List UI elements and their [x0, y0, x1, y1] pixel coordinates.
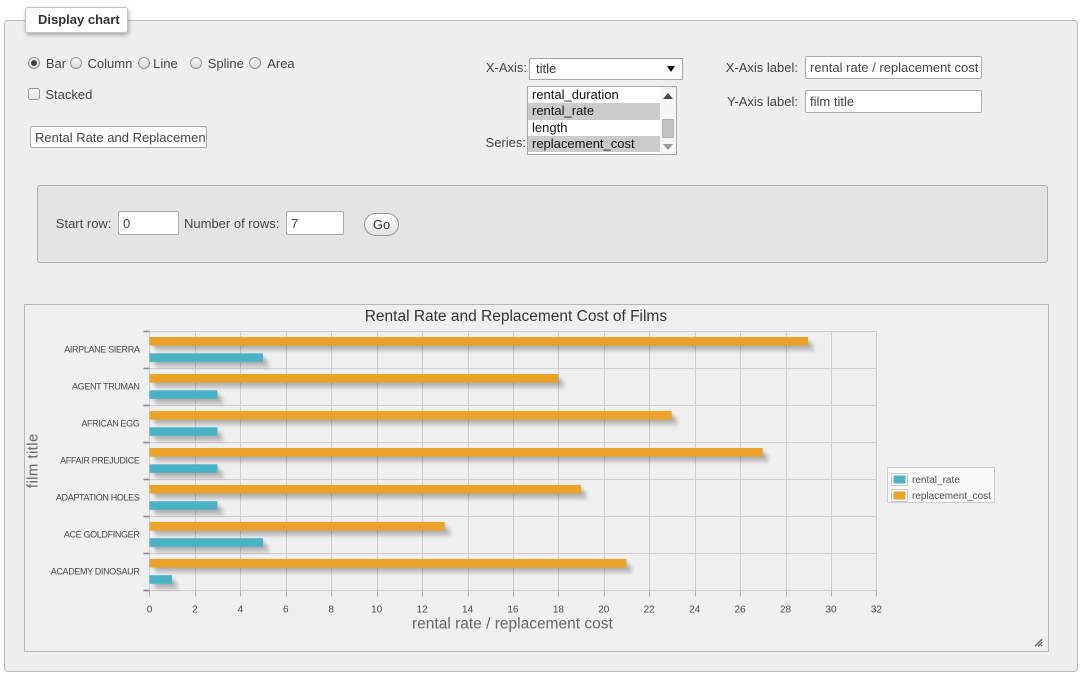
svg-text:film title: film title	[25, 433, 42, 488]
svg-text:22: 22	[644, 605, 656, 616]
svg-text:32: 32	[871, 605, 883, 616]
svg-text:8: 8	[328, 605, 334, 616]
svg-text:AIRPLANE SIERRA: AIRPLANE SIERRA	[64, 345, 140, 355]
svg-text:10: 10	[371, 605, 383, 616]
svg-text:28: 28	[780, 605, 792, 616]
svg-text:rental_rate: rental_rate	[912, 475, 960, 486]
svg-text:ADAPTATION HOLES: ADAPTATION HOLES	[56, 493, 140, 503]
svg-text:26: 26	[735, 605, 747, 616]
svg-text:Rental Rate and Replacement Co: Rental Rate and Replacement Cost of Film…	[365, 308, 668, 325]
svg-text:AGENT TRUMAN: AGENT TRUMAN	[72, 382, 139, 392]
svg-text:replacement_cost: replacement_cost	[912, 491, 991, 502]
svg-text:4: 4	[238, 605, 244, 616]
svg-text:AFRICAN EGG: AFRICAN EGG	[81, 419, 140, 429]
svg-text:ACE GOLDFINGER: ACE GOLDFINGER	[64, 530, 140, 540]
svg-text:30: 30	[825, 605, 837, 616]
svg-text:rental rate / replacement cost: rental rate / replacement cost	[412, 616, 613, 633]
svg-text:24: 24	[689, 605, 701, 616]
svg-text:20: 20	[598, 605, 610, 616]
svg-text:6: 6	[283, 605, 289, 616]
svg-text:2: 2	[192, 605, 198, 616]
svg-text:12: 12	[417, 605, 429, 616]
svg-text:14: 14	[462, 605, 474, 616]
svg-text:18: 18	[553, 605, 565, 616]
svg-text:AFFAIR PREJUDICE: AFFAIR PREJUDICE	[60, 456, 140, 466]
svg-text:ACADEMY DINOSAUR: ACADEMY DINOSAUR	[51, 567, 141, 577]
svg-text:16: 16	[507, 605, 519, 616]
svg-text:0: 0	[147, 605, 153, 616]
